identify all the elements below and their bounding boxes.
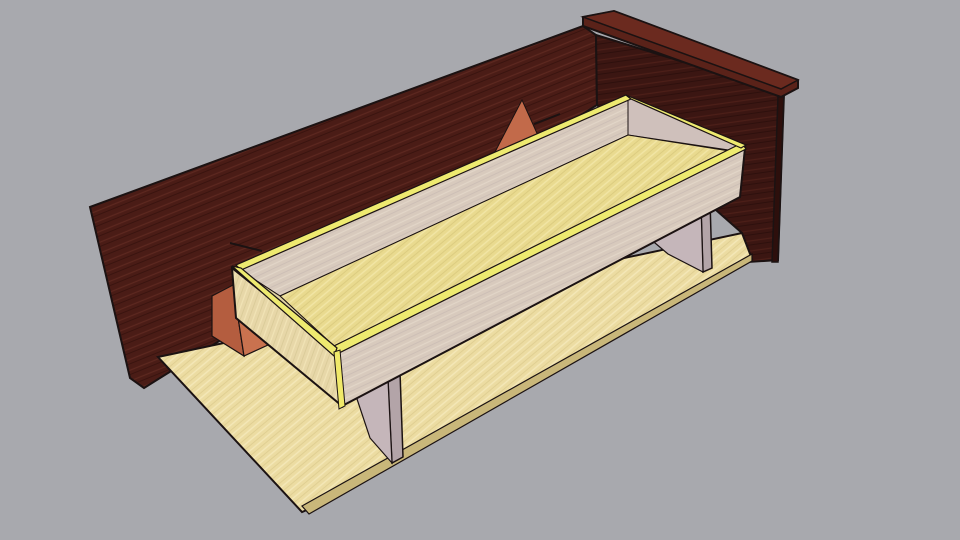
model-render <box>88 9 800 515</box>
3d-viewport[interactable] <box>0 0 960 540</box>
